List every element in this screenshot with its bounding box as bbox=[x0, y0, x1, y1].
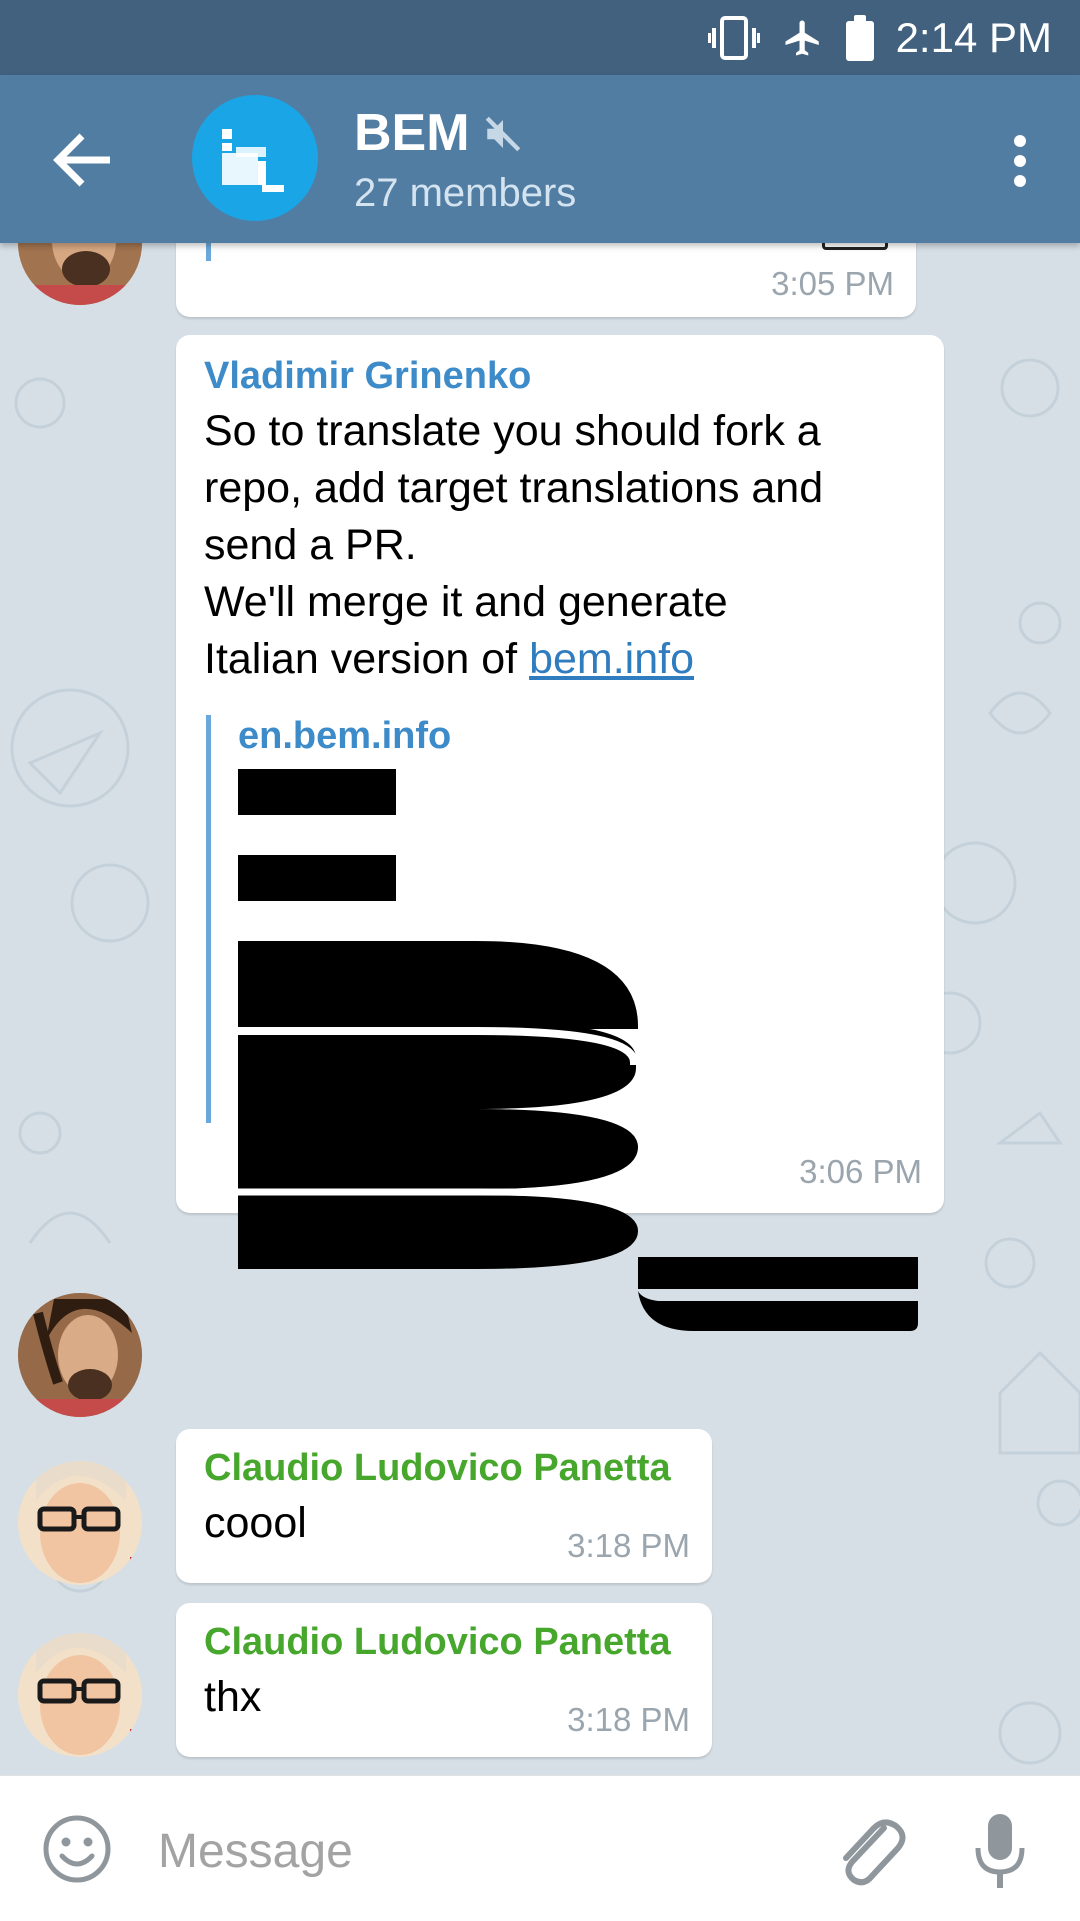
preview-image-bem-logo bbox=[238, 769, 918, 1331]
message-time: 3:18 PM bbox=[567, 1701, 690, 1738]
sender-name[interactable]: Claudio Ludovico Panetta bbox=[204, 1447, 671, 1490]
quote-bar bbox=[206, 243, 211, 261]
message-text: thx bbox=[204, 1673, 262, 1721]
preview-accent-bar bbox=[206, 715, 211, 1123]
vibrate-icon bbox=[707, 15, 760, 60]
message-text: So to translate you should fork a repo, … bbox=[204, 403, 924, 688]
preview-thumbnail bbox=[822, 243, 888, 250]
status-bar: 2:14 PM bbox=[0, 0, 1080, 75]
message-line: We'll merge it and generate bbox=[204, 578, 728, 626]
message-bubble[interactable]: Claudio Ludovico Panetta coool 3:18 PM bbox=[176, 1429, 712, 1583]
message-line-text: Italian version of bbox=[204, 635, 530, 683]
avatar[interactable] bbox=[18, 1633, 142, 1757]
sender-name[interactable]: Claudio Ludovico Panetta bbox=[204, 1621, 671, 1664]
battery-icon bbox=[845, 14, 874, 61]
more-vert-icon[interactable] bbox=[994, 125, 1044, 195]
message-text: coool bbox=[204, 1499, 307, 1547]
group-title[interactable]: BEM bbox=[354, 103, 470, 163]
sender-name[interactable]: Vladimir Grinenko bbox=[204, 355, 531, 398]
group-members-count[interactable]: 27 members bbox=[354, 171, 576, 216]
message-bubble[interactable]: translation 3:05 PM bbox=[176, 243, 916, 317]
message-bubble[interactable]: Claudio Ludovico Panetta thx 3:18 PM bbox=[176, 1603, 712, 1757]
message-line: repo, add target translations and bbox=[204, 464, 824, 512]
muted-icon bbox=[485, 116, 521, 152]
status-time: 2:14 PM bbox=[895, 13, 1052, 61]
preview-site-name: en.bem.info bbox=[238, 715, 452, 757]
message-line: Italian version of bem.info bbox=[204, 631, 924, 688]
airplane-mode-icon bbox=[785, 20, 819, 55]
emoji-icon[interactable] bbox=[42, 1814, 112, 1884]
avatar[interactable] bbox=[18, 1461, 142, 1585]
message-bubble[interactable]: Vladimir Grinenko So to translate you sh… bbox=[176, 335, 944, 1331]
chat-header: BEM 27 members bbox=[0, 75, 1080, 243]
message-link[interactable]: bem.info bbox=[529, 635, 694, 683]
message-time: 3:18 PM bbox=[567, 1527, 690, 1564]
paperclip-icon[interactable] bbox=[828, 1806, 908, 1891]
message-line: So to translate you should fork a bbox=[204, 407, 821, 455]
link-preview[interactable]: en.bem.info bbox=[206, 715, 922, 1331]
microphone-icon[interactable] bbox=[970, 1812, 1030, 1892]
group-avatar[interactable] bbox=[192, 95, 318, 221]
back-arrow-icon[interactable] bbox=[44, 125, 124, 195]
message-list[interactable]: translation 3:05 PM Vladimir Grinenko So… bbox=[0, 243, 1080, 1775]
message-text: translation bbox=[238, 243, 436, 250]
message-line: send a PR. bbox=[204, 521, 417, 569]
avatar[interactable] bbox=[18, 1293, 142, 1417]
message-input[interactable] bbox=[156, 1812, 800, 1890]
message-time: 3:05 PM bbox=[771, 265, 894, 302]
message-time: 3:06 PM bbox=[799, 1153, 922, 1190]
message-input-bar bbox=[0, 1775, 1080, 1921]
